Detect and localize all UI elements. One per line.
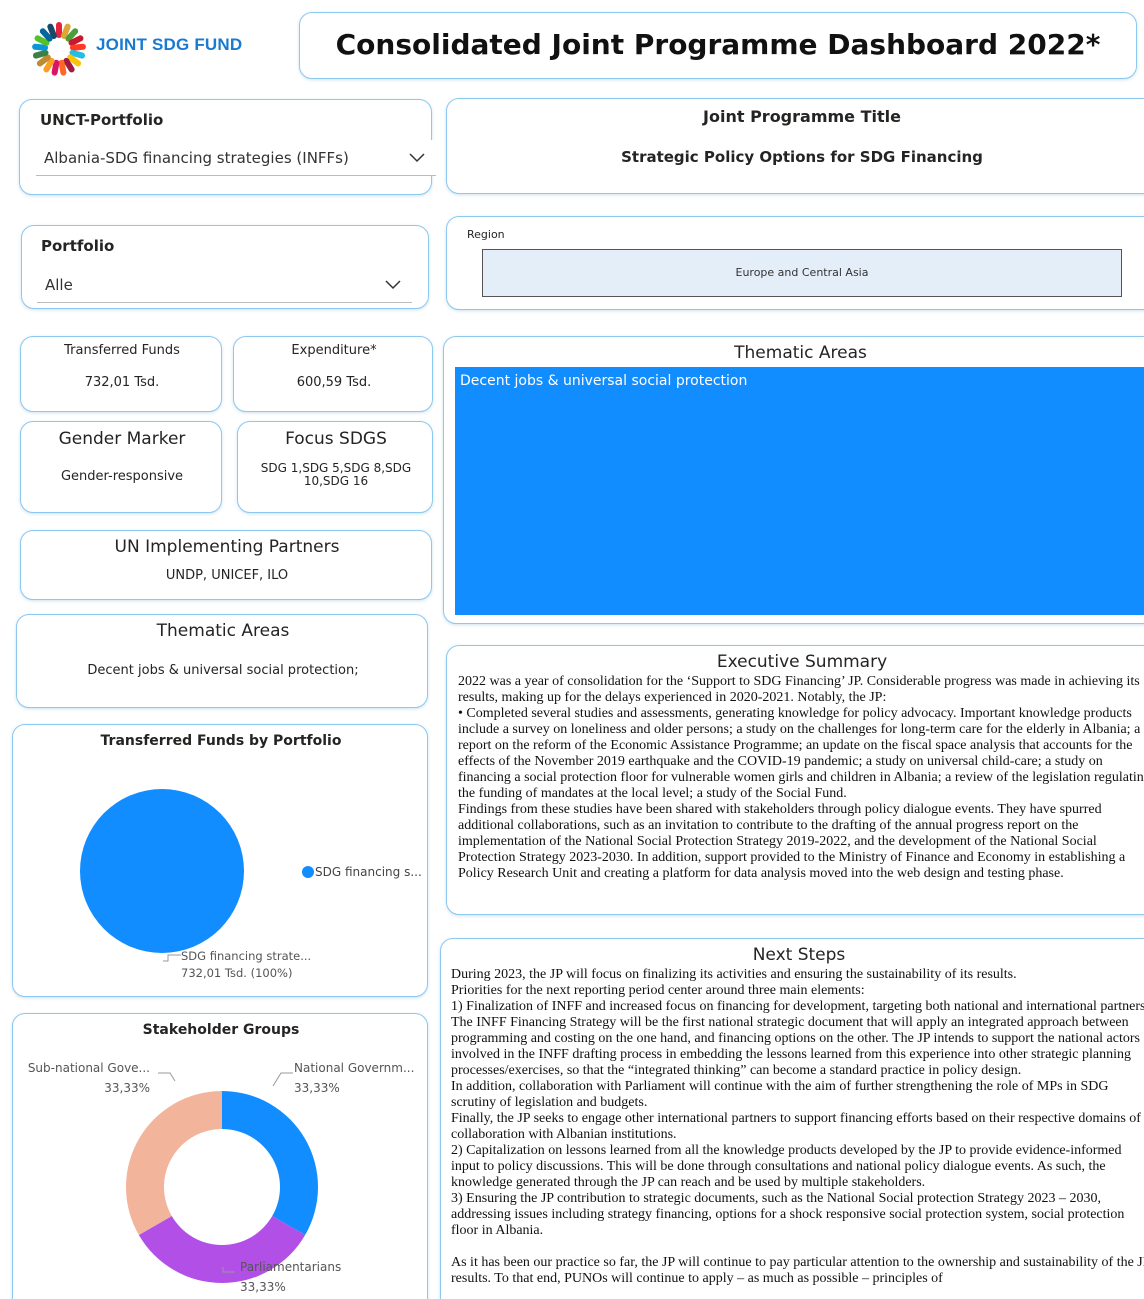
un-partners-label: UN Implementing Partners (114, 537, 340, 557)
data-label: Sub-national Gove... (28, 1061, 150, 1075)
logo-text: JOINT SDG FUND (96, 35, 243, 54)
thematic-areas-value: Decent jobs & universal social protectio… (87, 663, 359, 678)
data-label: National Governm... (294, 1061, 414, 1075)
donut-slice[interactable] (222, 1091, 318, 1235)
kpi-value-line: 10,SDG 16 (303, 474, 369, 488)
sdg-wheel-icon (32, 22, 86, 76)
portfolio-dropdown[interactable]: Alle (37, 267, 412, 303)
legend-marker (302, 866, 314, 878)
slicer-label: UNCT-Portfolio (40, 111, 164, 129)
next-steps-paragraph: 1) Finalization of INFF and increased fo… (451, 999, 1144, 1078)
data-label: 33,33% (294, 1081, 340, 1095)
data-label: Parliamentarians (240, 1260, 341, 1274)
leader-line (272, 1072, 293, 1087)
summary-paragraph: • Completed several studies and assessme… (458, 706, 1144, 801)
unct-portfolio-dropdown[interactable]: Albania-SDG financing strategies (INFFs) (36, 140, 436, 176)
next-steps-body[interactable]: During 2023, the JP will focus on finali… (451, 967, 1144, 1299)
next-steps-paragraph (451, 1239, 1144, 1255)
next-steps-card: Next Steps During 2023, the JP will focu… (440, 938, 1144, 1299)
treemap-tile-label: Decent jobs & universal social protectio… (460, 373, 748, 389)
un-partners-card: UN Implementing Partners UNDP, UNICEF, I… (20, 530, 432, 600)
executive-summary-card: Executive Summary 2022 was a year of con… (446, 645, 1144, 915)
region-value-box: Europe and Central Asia (482, 249, 1122, 297)
kpi-value: 732,01 Tsd. (84, 375, 160, 390)
transferred-funds-pie-card: Transferred Funds by Portfolio SDG finan… (12, 724, 428, 997)
title-card: Consolidated Joint Programme Dashboard 2… (299, 12, 1137, 79)
thematic-areas-chart-title: Thematic Areas (734, 343, 867, 363)
jp-title-value: Strategic Policy Options for SDG Financi… (621, 148, 983, 166)
data-label: 33,33% (104, 1081, 150, 1095)
next-steps-paragraph: Priorities for the next reporting period… (451, 983, 865, 998)
treemap-tile[interactable]: Decent jobs & universal social protectio… (455, 367, 1144, 615)
jp-title-label: Joint Programme Title (703, 107, 901, 126)
pie-slice[interactable] (80, 789, 244, 953)
stakeholder-groups-card: Stakeholder Groups National Governm... 33… (12, 1013, 428, 1299)
next-steps-title: Next Steps (752, 945, 846, 965)
expenditure-card: Expenditure* 600,59 Tsd. (233, 336, 433, 412)
dropdown-value: Alle (45, 276, 73, 294)
next-steps-paragraph: 2) Capitalization on lessons learned fro… (451, 1143, 1122, 1190)
kpi-label: Gender Marker (58, 429, 186, 449)
un-partners-value: UNDP, UNICEF, ILO (165, 568, 289, 583)
donut-slice[interactable] (126, 1091, 222, 1235)
chevron-down-icon (409, 153, 425, 163)
transferred-funds-pie-chart: SDG financing s... SDG financing strate..… (80, 789, 422, 980)
data-label: SDG financing strate... (181, 949, 311, 963)
thematic-areas-card: Thematic Areas Decent jobs & universal s… (16, 614, 428, 708)
kpi-label: Focus SDGS (285, 429, 387, 449)
kpi-value: 600,59 Tsd. (296, 375, 372, 390)
summary-paragraph: Findings from these studies have been sh… (458, 802, 1126, 881)
page-title: Consolidated Joint Programme Dashboard 2… (335, 28, 1101, 61)
executive-summary-title: Executive Summary (716, 652, 888, 672)
executive-summary-body[interactable]: 2022 was a year of consolidation for the… (458, 674, 1144, 912)
dropdown-value: Albania-SDG financing strategies (INFFs) (44, 149, 349, 167)
region-value: Europe and Central Asia (735, 266, 869, 279)
chevron-down-icon (385, 280, 401, 290)
region-card: Region Europe and Central Asia (446, 216, 1144, 310)
gender-marker-card: Gender Marker Gender-responsive (20, 421, 222, 513)
kpi-label: Transferred Funds (64, 343, 180, 358)
portfolio-slicer: Portfolio Alle (21, 225, 429, 309)
summary-paragraph: 2022 was a year of consolidation for the… (458, 674, 1140, 705)
transferred-funds-card: Transferred Funds 732,01 Tsd. (20, 336, 222, 412)
leader-line (158, 1072, 176, 1082)
joint-sdg-fund-logo: JOINT SDG FUND (28, 18, 268, 78)
focus-sdgs-card: Focus SDGS SDG 1,SDG 5,SDG 8,SDG 10,SDG … (237, 421, 433, 513)
kpi-value: SDG 1,SDG 5,SDG 8,SDG 10,SDG 16 (238, 462, 434, 488)
next-steps-paragraph: Finally, the JP seeks to engage other in… (451, 1111, 1141, 1142)
thematic-areas-label: Thematic Areas (156, 621, 290, 641)
kpi-value: Gender-responsive (60, 469, 184, 484)
slicer-label: Portfolio (41, 237, 115, 255)
kpi-label: Expenditure* (291, 343, 377, 358)
next-steps-paragraph: As it has been our practice so far, the … (451, 1255, 1144, 1286)
jp-title-card: Joint Programme Title Strategic Policy O… (446, 98, 1144, 194)
next-steps-paragraph: 3) Ensuring the JP contribution to strat… (451, 1191, 1125, 1238)
next-steps-paragraph: In addition, collaboration with Parliame… (451, 1079, 1109, 1110)
next-steps-paragraph: During 2023, the JP will focus on finali… (451, 967, 1017, 982)
stakeholder-groups-donut-chart: National Governm... 33,33% Sub-national Go… (28, 1061, 415, 1294)
data-label: 732,01 Tsd. (100%) (181, 966, 292, 980)
unct-portfolio-slicer: UNCT-Portfolio Albania-SDG financing str… (19, 99, 436, 195)
data-label: 33,33% (240, 1280, 286, 1294)
region-label: Region (467, 228, 505, 241)
leader-line (163, 954, 181, 962)
legend-label: SDG financing s... (315, 865, 422, 879)
